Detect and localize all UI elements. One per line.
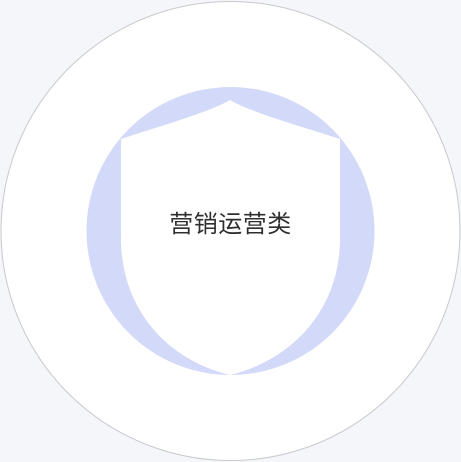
category-badge[interactable]: 营销运营类: [0, 0, 461, 462]
category-label: 营销运营类: [169, 210, 292, 238]
